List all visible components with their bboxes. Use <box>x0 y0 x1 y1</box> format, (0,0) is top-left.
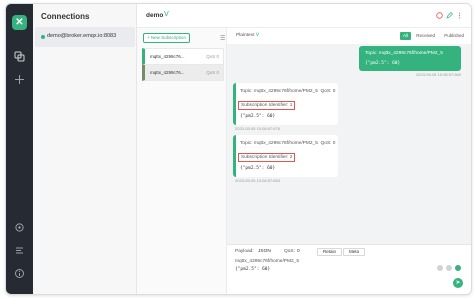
message-timestamp: 2023-05-05 10:08:57:676 <box>235 126 280 131</box>
connection-item[interactable]: demo@broker.emqx.io:8083 <box>35 27 135 47</box>
more-icon[interactable] <box>456 12 463 19</box>
message-timestamp: 2023-05-05 10:08:57:669 <box>416 72 461 77</box>
qos-label: QoS: <box>284 249 295 254</box>
sent-message: Topic: mqttx_4299c76f/home/PM2_5 {"pm2.5… <box>359 46 461 71</box>
subscription-identifier: Subscription Identifier: 2 <box>238 153 296 162</box>
edit-icon[interactable] <box>446 12 453 19</box>
history-next-icon[interactable] <box>446 265 452 271</box>
connections-panel: Connections demo@broker.emqx.io:8083 <box>33 4 137 294</box>
subscriptions-list: + New Subscription ☰ mqttx_4299c76... Qo… <box>137 28 227 294</box>
message-topic: Topic: mqttx_4299c76f/home/PM2_5 <box>365 51 443 56</box>
subscription-item[interactable]: mqttx_4299c76... QoS 0 <box>142 64 224 81</box>
connection-header: demo ᐯ <box>137 4 471 28</box>
chevron-down-icon: ᐯ <box>255 33 260 38</box>
subscription-identifier: Subscription Identifier: 1 <box>238 101 296 110</box>
app-logo-icon: ✕ <box>12 15 27 30</box>
subscription-item[interactable]: mqttx_4299c76... QoS 0 <box>142 48 224 65</box>
messages-area: Plaintext ᐯ All Received Published Topic… <box>227 28 471 294</box>
filter-all[interactable]: All <box>399 32 411 40</box>
message-filter-bar: Plaintext ᐯ All Received Published <box>227 28 471 44</box>
message-payload: {"pm2.5": 60} <box>240 166 276 171</box>
connections-title: Connections <box>41 12 90 21</box>
connection-name: demo <box>146 12 164 19</box>
publish-panel: Payload: JSON QoS: 0 Retain Meta mqttx_4… <box>227 244 471 294</box>
received-message: Topic: mqttx_4299c76f/home/PM2_5 QoS: 0 … <box>233 83 338 125</box>
subscription-qos: QoS 0 <box>206 54 219 59</box>
app-window: ✕ Connections demo@broker.emqx.io:8083 d… <box>5 3 472 295</box>
nav-sidebar: ✕ <box>6 4 33 294</box>
message-topic: Topic: mqttx_4299c76f/home/PM2_5 QoS: 0 <box>240 141 336 146</box>
history-prev-icon[interactable] <box>437 265 443 271</box>
filter-received[interactable]: Received <box>413 32 438 40</box>
connection-label: demo@broker.emqx.io:8083 <box>47 33 117 39</box>
filter-published[interactable]: Published <box>441 32 467 40</box>
retain-button[interactable]: Retain <box>317 248 343 256</box>
received-message: Topic: mqttx_4299c76f/home/PM2_5 QoS: 0 … <box>233 135 338 177</box>
chevron-down-icon[interactable]: ᐯ <box>164 10 169 18</box>
connections-icon[interactable] <box>14 51 25 62</box>
disconnect-icon[interactable] <box>436 12 443 19</box>
send-icon[interactable]: ➤ <box>453 278 463 288</box>
connected-status-dot <box>41 35 45 39</box>
about-icon[interactable] <box>14 268 25 279</box>
subscription-topic: mqttx_4299c76... <box>150 54 185 59</box>
collapse-icon[interactable]: ☰ <box>220 35 225 42</box>
payload-format-select[interactable]: JSON <box>258 249 271 254</box>
message-topic: Topic: mqttx_4299c76f/home/PM2_5 QoS: 0 <box>240 89 336 94</box>
new-subscription-button[interactable]: + New Subscription <box>143 33 190 43</box>
publish-topic-input[interactable]: mqttx_4299c76f/home/PM2_5 <box>235 259 299 264</box>
add-icon[interactable] <box>14 74 25 85</box>
subscription-qos: QoS 0 <box>206 70 219 75</box>
format-label: Plaintext <box>236 33 255 38</box>
subscription-topic: mqttx_4299c76... <box>150 70 185 75</box>
meta-button[interactable]: Meta <box>343 248 366 256</box>
message-payload: {"pm2.5": 60} <box>240 114 276 119</box>
settings-icon[interactable] <box>14 222 25 233</box>
payload-format-select[interactable]: Plaintext ᐯ <box>236 33 259 38</box>
qos-select[interactable]: 0 <box>297 249 300 254</box>
payload-label: Payload: <box>235 249 254 254</box>
message-payload: {"pm2.5": 60} <box>365 61 401 66</box>
message-timestamp: 2023-05-05 10:08:57:683 <box>235 178 280 183</box>
publish-payload-input[interactable]: {"pm2.5": 60} <box>235 267 270 272</box>
log-icon[interactable] <box>14 245 25 256</box>
history-latest-icon[interactable] <box>455 265 461 271</box>
